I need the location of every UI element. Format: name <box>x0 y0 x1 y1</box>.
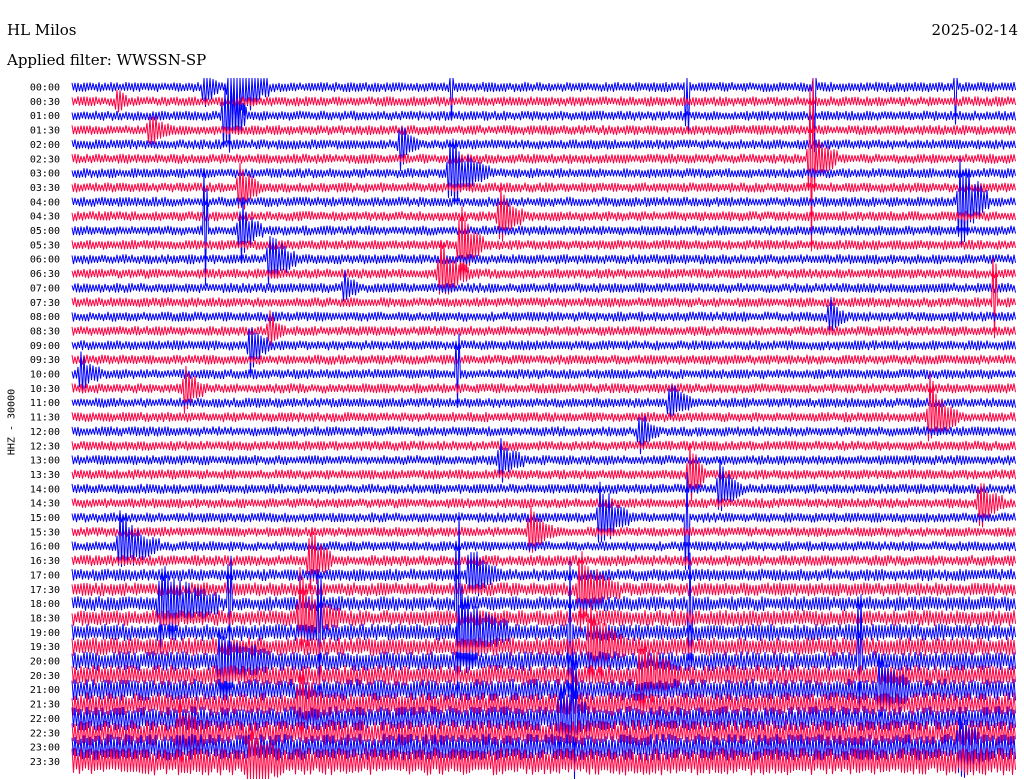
helicorder-plot: 00:00 00:30 01:00 01:30 02:00 02:30 03:00 03:30… <box>30 77 1016 780</box>
trace-row-01:00 <box>71 82 1016 151</box>
trace-row-00:30 <box>71 89 1016 113</box>
channel-label: HHZ - 30000 <box>6 388 18 456</box>
time-tick-20:30: 20:30 <box>30 671 60 682</box>
time-tick-10:00: 10:00 <box>30 370 60 381</box>
time-tick-01:00: 01:00 <box>30 111 60 122</box>
time-tick-19:30: 19:30 <box>30 642 60 653</box>
time-tick-06:30: 06:30 <box>30 269 60 280</box>
trace-row-01:30 <box>71 115 1016 147</box>
time-tick-23:00: 23:00 <box>30 743 60 754</box>
time-tick-14:00: 14:00 <box>30 484 60 495</box>
time-tick-11:30: 11:30 <box>30 413 60 424</box>
time-tick-18:30: 18:30 <box>30 613 60 624</box>
time-tick-00:00: 00:00 <box>30 83 60 94</box>
time-tick-21:00: 21:00 <box>30 685 60 696</box>
time-tick-16:00: 16:00 <box>30 542 60 553</box>
trace-row-09:30 <box>71 354 1016 365</box>
date-label: 2025-02-14 <box>931 21 1018 39</box>
time-tick-00:30: 00:30 <box>30 97 60 108</box>
time-tick-09:00: 09:00 <box>30 341 60 352</box>
time-tick-02:00: 02:00 <box>30 140 60 151</box>
time-tick-02:30: 02:30 <box>30 154 60 165</box>
time-tick-14:30: 14:30 <box>30 499 60 510</box>
time-tick-13:30: 13:30 <box>30 470 60 481</box>
time-tick-17:00: 17:00 <box>30 570 60 581</box>
trace-row-12:30 <box>71 440 1016 451</box>
time-tick-22:30: 22:30 <box>30 728 60 739</box>
time-tick-labels: 00:00 00:30 01:00 01:30 02:00 02:30 03:00 03:30… <box>30 83 60 768</box>
time-tick-21:30: 21:30 <box>30 700 60 711</box>
time-tick-12:30: 12:30 <box>30 441 60 452</box>
time-tick-09:30: 09:30 <box>30 355 60 366</box>
time-tick-11:00: 11:00 <box>30 398 60 409</box>
time-tick-07:00: 07:00 <box>30 283 60 294</box>
time-tick-17:30: 17:30 <box>30 585 60 596</box>
time-tick-07:30: 07:30 <box>30 298 60 309</box>
time-tick-04:30: 04:30 <box>30 212 60 223</box>
filter-subtitle: Applied filter: WWSSN-SP <box>7 51 207 69</box>
time-tick-04:00: 04:00 <box>30 197 60 208</box>
trace-lines <box>71 77 1016 780</box>
time-tick-08:00: 08:00 <box>30 312 60 323</box>
time-tick-10:30: 10:30 <box>30 384 60 395</box>
time-tick-18:00: 18:00 <box>30 599 60 610</box>
time-tick-19:00: 19:00 <box>30 628 60 639</box>
station-title: HL Milos <box>7 21 77 39</box>
time-tick-15:30: 15:30 <box>30 527 60 538</box>
time-tick-16:30: 16:30 <box>30 556 60 567</box>
time-tick-03:00: 03:00 <box>30 169 60 180</box>
time-tick-22:00: 22:00 <box>30 714 60 725</box>
time-tick-05:00: 05:00 <box>30 226 60 237</box>
trace-row-16:30 <box>71 531 1016 594</box>
time-tick-20:00: 20:00 <box>30 657 60 668</box>
time-tick-03:30: 03:30 <box>30 183 60 194</box>
time-tick-08:30: 08:30 <box>30 326 60 337</box>
time-tick-06:00: 06:00 <box>30 255 60 266</box>
time-tick-01:30: 01:30 <box>30 126 60 137</box>
time-tick-13:00: 13:00 <box>30 456 60 467</box>
time-tick-23:30: 23:30 <box>30 757 60 768</box>
time-tick-12:00: 12:00 <box>30 427 60 438</box>
time-tick-15:00: 15:00 <box>30 513 60 524</box>
trace-row-03:00 <box>71 138 1016 203</box>
time-tick-05:30: 05:30 <box>30 240 60 251</box>
trace-row-02:00 <box>71 126 1016 171</box>
